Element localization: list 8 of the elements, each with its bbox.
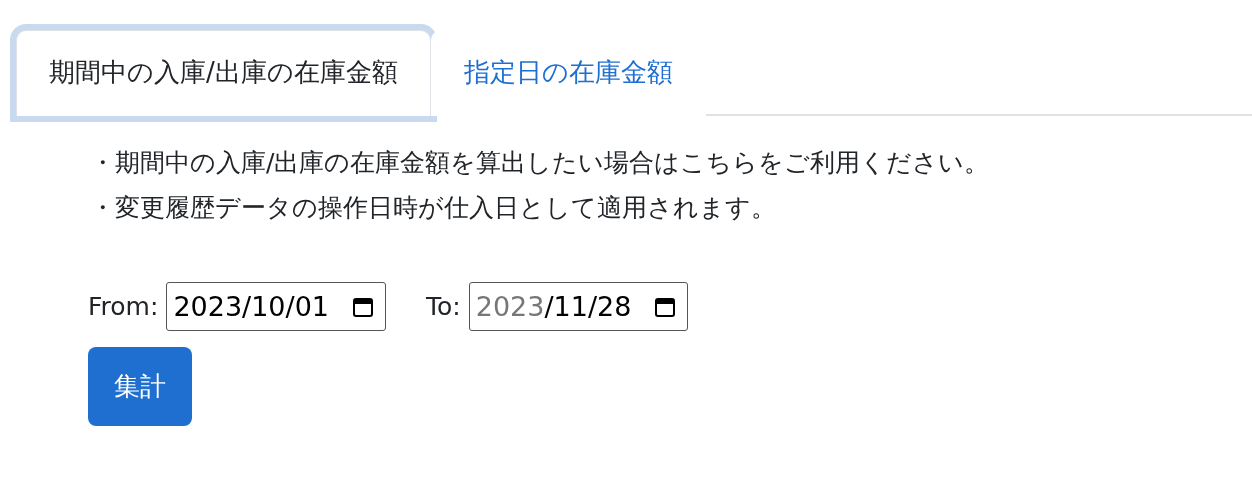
submit-button[interactable]: 集計 xyxy=(88,347,192,426)
tab[interactable]: 指定日の在庫金額 xyxy=(430,30,706,116)
note-text: ・期間中の入庫/出庫の在庫金額を算出したい場合はこちらをご利用ください。 xyxy=(90,147,991,179)
note-text: ・変更履歴データの操作日時が仕入日として適用されます。 xyxy=(90,192,777,224)
field-label: From: xyxy=(88,292,159,321)
date-field[interactable]: 2023/11/28 xyxy=(468,282,689,331)
field-label: To: xyxy=(426,292,461,321)
date-field[interactable]: 2023/10/01 xyxy=(166,282,386,331)
